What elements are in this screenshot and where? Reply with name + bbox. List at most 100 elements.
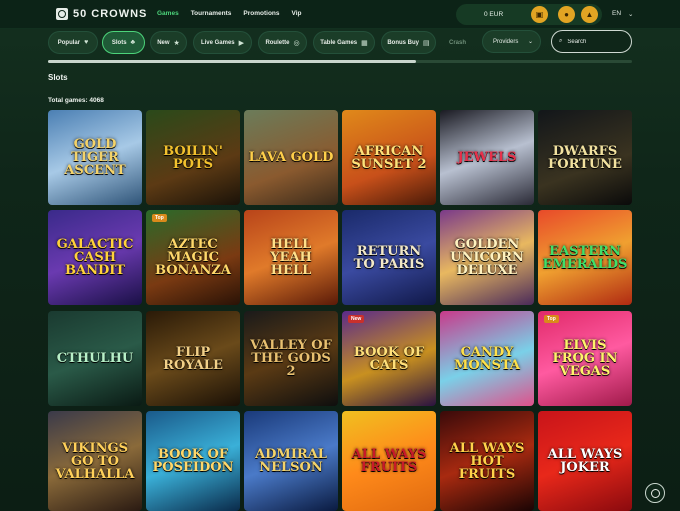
category-label: Table Games xyxy=(320,39,358,46)
game-title: Gold Tiger Ascent xyxy=(64,137,126,178)
brand-logo[interactable]: 50 CROWNS xyxy=(56,8,147,20)
top-header: 50 CROWNS Games Tournaments Promotions V… xyxy=(0,0,680,29)
wallet-icon: ▣ xyxy=(535,10,544,19)
category-chip-popular[interactable]: Popular ♥ xyxy=(48,31,98,54)
game-title: All Ways Hot Fruits xyxy=(449,440,525,482)
game-title: Vikings Go to Valhalla xyxy=(55,440,135,482)
game-tile[interactable]: Candy Monsta xyxy=(440,311,534,406)
game-title: Valley of the Gods 2 xyxy=(250,338,332,379)
wallet-button[interactable]: ▣ xyxy=(531,6,548,23)
balance-amount: 0 EUR xyxy=(484,11,504,18)
game-title: Admiral Nelson xyxy=(255,447,327,475)
game-tile[interactable]: All Ways Fruits xyxy=(342,411,436,511)
game-title: Galactic Cash Bandit xyxy=(56,237,134,278)
game-tile[interactable]: Boilin' Pots xyxy=(146,110,240,205)
nav-item-games[interactable]: Games xyxy=(157,10,179,17)
category-label: Roulette xyxy=(265,39,290,46)
game-tile[interactable]: Book of Cats New xyxy=(342,311,436,406)
game-title: Golden Unicorn Deluxe xyxy=(450,237,524,278)
game-tile[interactable]: Golden Unicorn Deluxe xyxy=(440,210,534,305)
notifications-button[interactable]: ▲ xyxy=(581,6,598,23)
game-tile[interactable]: Galactic Cash Bandit xyxy=(48,210,142,305)
chat-button[interactable] xyxy=(645,483,665,503)
live-icon: ▶ xyxy=(238,39,245,47)
providers-dropdown[interactable]: Providers ⌄ xyxy=(482,30,541,53)
game-tile[interactable]: Lava Gold xyxy=(244,110,338,205)
game-badge: Top xyxy=(544,315,559,323)
game-tile[interactable]: Hell Yeah Hell xyxy=(244,210,338,305)
brand-name: 50 CROWNS xyxy=(73,8,148,20)
game-title: Book of Cats xyxy=(353,344,425,373)
game-tile[interactable]: Eastern Emeralds xyxy=(538,210,632,305)
game-title: Boilin' Pots xyxy=(163,143,223,172)
game-badge: Top xyxy=(152,214,167,222)
game-title: Cthulhu xyxy=(56,351,134,366)
game-title: Eastern Emeralds xyxy=(542,243,628,272)
search-box[interactable]: ⌕ xyxy=(551,30,632,53)
profile-button[interactable]: ● xyxy=(558,6,575,23)
slots-icon: ♣ xyxy=(130,39,136,46)
game-tile[interactable]: Dwarfs Fortune xyxy=(538,110,632,205)
heart-icon: ♥ xyxy=(84,39,89,46)
game-title: Flip Royale xyxy=(163,344,223,373)
category-chip-crash[interactable]: Crash xyxy=(442,31,470,54)
section-title: Slots xyxy=(48,73,68,82)
game-tile[interactable]: African Sunset 2 xyxy=(342,110,436,205)
category-chip-slots[interactable]: Slots ♣ xyxy=(102,31,145,54)
nav-item-tournaments[interactable]: Tournaments xyxy=(191,10,232,17)
category-label: Live Games xyxy=(200,39,235,46)
game-tile[interactable]: Valley of the Gods 2 xyxy=(244,311,338,406)
game-badge: New xyxy=(348,315,365,323)
game-title: All Ways Joker xyxy=(547,447,623,475)
game-title: Jewels xyxy=(457,150,517,165)
chevron-down-icon: ⌄ xyxy=(628,11,634,18)
chevron-down-icon: ⌄ xyxy=(527,39,533,45)
game-title: All Ways Fruits xyxy=(351,447,427,475)
game-tile[interactable]: Jewels xyxy=(440,110,534,205)
game-tile[interactable]: Aztec Magic Bonanza Top xyxy=(146,210,240,305)
game-tile[interactable]: Elvis Frog in Vegas Top xyxy=(538,311,632,406)
main-nav: Games Tournaments Promotions Vip xyxy=(157,10,302,17)
category-label: Popular xyxy=(57,39,81,46)
game-tile[interactable]: Gold Tiger Ascent xyxy=(48,110,142,205)
game-title: Hell Yeah Hell xyxy=(270,237,312,278)
nav-item-promotions[interactable]: Promotions xyxy=(243,10,279,17)
user-icon: ● xyxy=(564,10,569,19)
providers-label: Providers xyxy=(493,38,519,45)
search-input[interactable] xyxy=(567,38,628,45)
category-chip-new[interactable]: New ★ xyxy=(150,31,187,54)
category-chip-bonus-buy[interactable]: Bonus Buy ▤ xyxy=(381,31,436,54)
game-tile[interactable]: All Ways Hot Fruits xyxy=(440,411,534,511)
star-icon: ★ xyxy=(173,39,180,47)
roulette-icon: ◎ xyxy=(293,39,300,47)
search-icon: ⌕ xyxy=(559,38,563,44)
language-code: EN xyxy=(612,10,622,17)
category-chip-table-games[interactable]: Table Games ▦ xyxy=(313,31,375,54)
nav-item-vip[interactable]: Vip xyxy=(292,10,302,17)
game-tile[interactable]: All Ways Joker xyxy=(538,411,632,511)
game-tile[interactable]: Vikings Go to Valhalla xyxy=(48,411,142,511)
category-label: Bonus Buy xyxy=(387,39,420,46)
category-chip-roulette[interactable]: Roulette ◎ xyxy=(258,31,307,54)
game-tile[interactable]: Admiral Nelson xyxy=(244,411,338,511)
game-title: Aztec Magic Bonanza xyxy=(155,237,231,278)
category-chip-live-games[interactable]: Live Games ▶ xyxy=(193,31,252,54)
game-title: Candy Monsta xyxy=(453,344,521,373)
game-tile[interactable]: Book of Poseidon xyxy=(146,411,240,511)
game-tile[interactable]: Return to Paris xyxy=(342,210,436,305)
game-title: Lava Gold xyxy=(248,150,334,165)
game-title: Book of Poseidon xyxy=(152,447,234,475)
logo-mark-icon xyxy=(56,8,68,20)
table-icon: ▦ xyxy=(361,39,368,47)
game-tile[interactable]: Flip Royale xyxy=(146,311,240,406)
bell-icon: ▲ xyxy=(585,10,594,19)
game-tile[interactable]: Cthulhu xyxy=(48,311,142,406)
game-title: Elvis Frog in Vegas xyxy=(552,338,618,379)
game-title: Return to Paris xyxy=(353,243,425,272)
category-label: Crash xyxy=(449,39,467,46)
game-title: African Sunset 2 xyxy=(351,143,427,172)
category-label: Slots xyxy=(111,39,127,46)
language-selector[interactable]: EN ⌄ xyxy=(612,10,633,18)
gift-icon: ▤ xyxy=(423,39,430,47)
category-scrollbar-thumb[interactable] xyxy=(48,60,416,63)
